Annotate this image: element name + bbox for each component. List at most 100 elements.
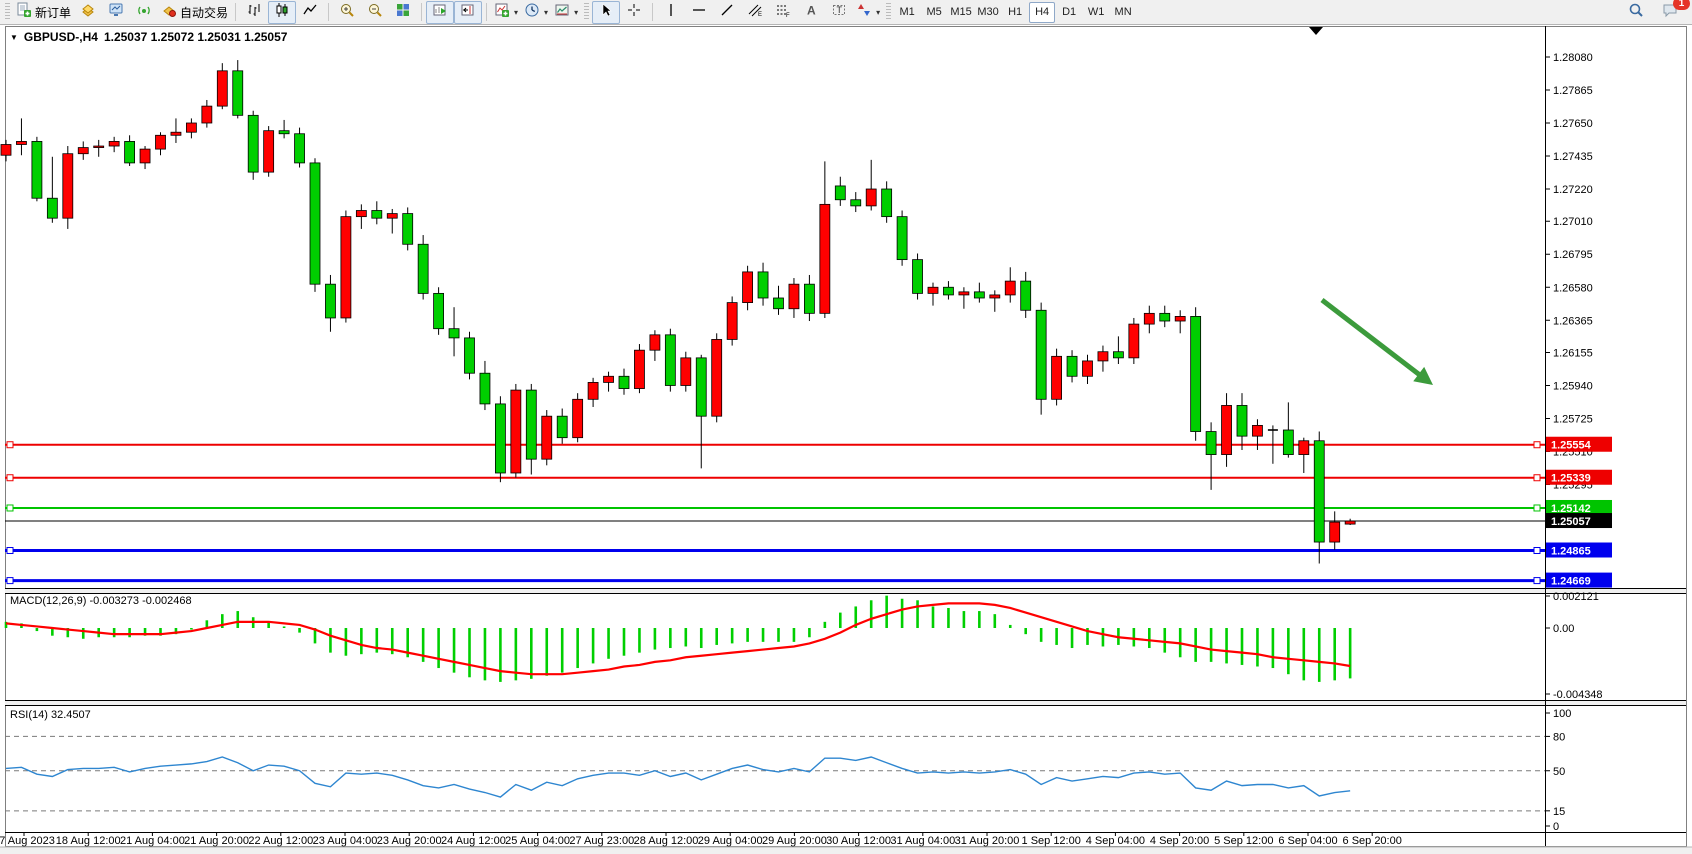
candle-body: [418, 244, 428, 293]
candle-body: [573, 399, 583, 437]
candle-body: [1083, 361, 1093, 376]
candle-body: [789, 284, 799, 309]
candle-body: [650, 335, 660, 350]
candle-body: [109, 141, 119, 146]
price-line-label: 1.24865: [1551, 546, 1591, 558]
candle-body: [866, 189, 876, 206]
line-anchor-handle[interactable]: [7, 578, 13, 584]
chart-title-row: ▼ GBPUSD-,H4 1.25037 1.25072 1.25031 1.2…: [10, 30, 287, 44]
candle-body: [279, 131, 289, 134]
candle-body: [665, 335, 675, 386]
rsi-axis-label: 100: [1553, 708, 1571, 720]
time-axis-label[interactable]: 23 Aug 20:00: [377, 835, 442, 847]
time-axis-label[interactable]: 31 Aug 04:00: [890, 835, 955, 847]
candle-body: [495, 404, 505, 473]
line-anchor-handle[interactable]: [1534, 505, 1540, 511]
time-axis-label[interactable]: 18 Aug 12:00: [56, 835, 121, 847]
candle-body: [78, 148, 88, 154]
candle-body: [94, 146, 104, 148]
time-axis-label[interactable]: 29 Aug 20:00: [762, 835, 827, 847]
price-axis-tick-label: 1.27650: [1553, 118, 1593, 130]
candle-body: [974, 292, 984, 298]
candle-body: [820, 204, 830, 313]
time-axis-label[interactable]: 27 Aug 23:00: [569, 835, 634, 847]
time-axis-label[interactable]: 21 Aug 20:00: [184, 835, 249, 847]
time-axis-label[interactable]: 4 Sep 04:00: [1086, 835, 1145, 847]
ohlc-readout: 1.25037 1.25072 1.25031 1.25057: [104, 30, 288, 44]
candle-body: [1, 144, 11, 155]
candle-body: [758, 272, 768, 298]
time-axis-label[interactable]: 23 Aug 04:00: [313, 835, 378, 847]
candle-body: [542, 416, 552, 459]
macd-axis-label: 0.00: [1553, 623, 1574, 635]
time-axis-label[interactable]: 6 Sep 04:00: [1278, 835, 1337, 847]
line-anchor-handle[interactable]: [7, 442, 13, 448]
line-anchor-handle[interactable]: [7, 505, 13, 511]
macd-name: MACD(12,26,9): [10, 595, 86, 607]
candle-body: [634, 350, 644, 388]
candle-body: [387, 214, 397, 219]
candle-body: [186, 123, 196, 132]
chart-canvas[interactable]: 1.280801.278651.276501.274351.272201.270…: [0, 0, 1692, 854]
time-axis-label[interactable]: 28 Aug 12:00: [634, 835, 699, 847]
candle-body: [619, 376, 629, 388]
candle-body: [1160, 313, 1170, 321]
symbol-period-label: GBPUSD-,H4: [24, 30, 98, 44]
time-axis-label[interactable]: 31 Aug 20:00: [955, 835, 1020, 847]
time-axis-label[interactable]: 24 Aug 12:00: [441, 835, 506, 847]
time-axis-label[interactable]: 6 Sep 20:00: [1343, 835, 1402, 847]
candle-body: [928, 287, 938, 293]
candle-body: [233, 71, 243, 116]
line-anchor-handle[interactable]: [1534, 475, 1540, 481]
price-axis-tick-label: 1.26580: [1553, 282, 1593, 294]
candle-body: [511, 390, 521, 473]
candle-body: [171, 132, 181, 135]
candle-body: [913, 260, 923, 294]
time-axis-label[interactable]: 5 Sep 12:00: [1214, 835, 1273, 847]
candle-body: [1299, 441, 1309, 455]
time-axis-label[interactable]: 17 Aug 2023: [0, 835, 55, 847]
time-axis-label[interactable]: 1 Sep 12:00: [1022, 835, 1081, 847]
candle-body: [743, 272, 753, 303]
macd-axis-label: -0.004348: [1553, 689, 1603, 701]
candle-body: [1098, 352, 1108, 361]
time-axis-label[interactable]: 29 Aug 04:00: [698, 835, 763, 847]
rsi-axis-label: 80: [1553, 731, 1565, 743]
rsi-value: 32.4507: [51, 709, 91, 721]
candle-body: [217, 71, 227, 106]
one-click-trading-toggle-icon[interactable]: ▼: [10, 33, 18, 42]
candle-body: [959, 292, 969, 295]
candle-body: [1052, 356, 1062, 399]
candle-body: [588, 382, 598, 399]
line-anchor-handle[interactable]: [7, 548, 13, 554]
candle-body: [804, 284, 814, 313]
candle-body: [1021, 281, 1031, 310]
line-anchor-handle[interactable]: [1534, 578, 1540, 584]
candle-body: [32, 141, 42, 198]
macd-indicator-label: MACD(12,26,9) -0.003273 -0.002468: [10, 595, 192, 607]
time-axis-label[interactable]: 25 Aug 04:00: [505, 835, 570, 847]
candle-body: [63, 154, 73, 218]
candle-body: [727, 303, 737, 340]
price-line-label: 1.25057: [1551, 516, 1591, 528]
time-axis-label[interactable]: 4 Sep 20:00: [1150, 835, 1209, 847]
time-axis-label[interactable]: 21 Aug 04:00: [120, 835, 185, 847]
price-axis-tick-label: 1.26795: [1553, 249, 1593, 261]
candle-body: [1129, 324, 1139, 358]
candle-body: [681, 358, 691, 386]
rsi-axis-label: 50: [1553, 766, 1565, 778]
time-axis-label[interactable]: 22 Aug 12:00: [248, 835, 313, 847]
candle-body: [47, 198, 57, 218]
candle-body: [1005, 281, 1015, 295]
price-axis-tick-label: 1.27010: [1553, 216, 1593, 228]
candle-body: [1252, 425, 1262, 436]
price-axis-tick-label: 1.26365: [1553, 315, 1593, 327]
line-anchor-handle[interactable]: [7, 475, 13, 481]
macd-values: -0.003273 -0.002468: [89, 595, 191, 607]
price-axis-tick-label: 1.27435: [1553, 151, 1593, 163]
candle-body: [248, 115, 258, 172]
line-anchor-handle[interactable]: [1534, 548, 1540, 554]
time-axis-label[interactable]: 30 Aug 12:00: [826, 835, 891, 847]
candle-body: [264, 131, 274, 172]
line-anchor-handle[interactable]: [1534, 442, 1540, 448]
